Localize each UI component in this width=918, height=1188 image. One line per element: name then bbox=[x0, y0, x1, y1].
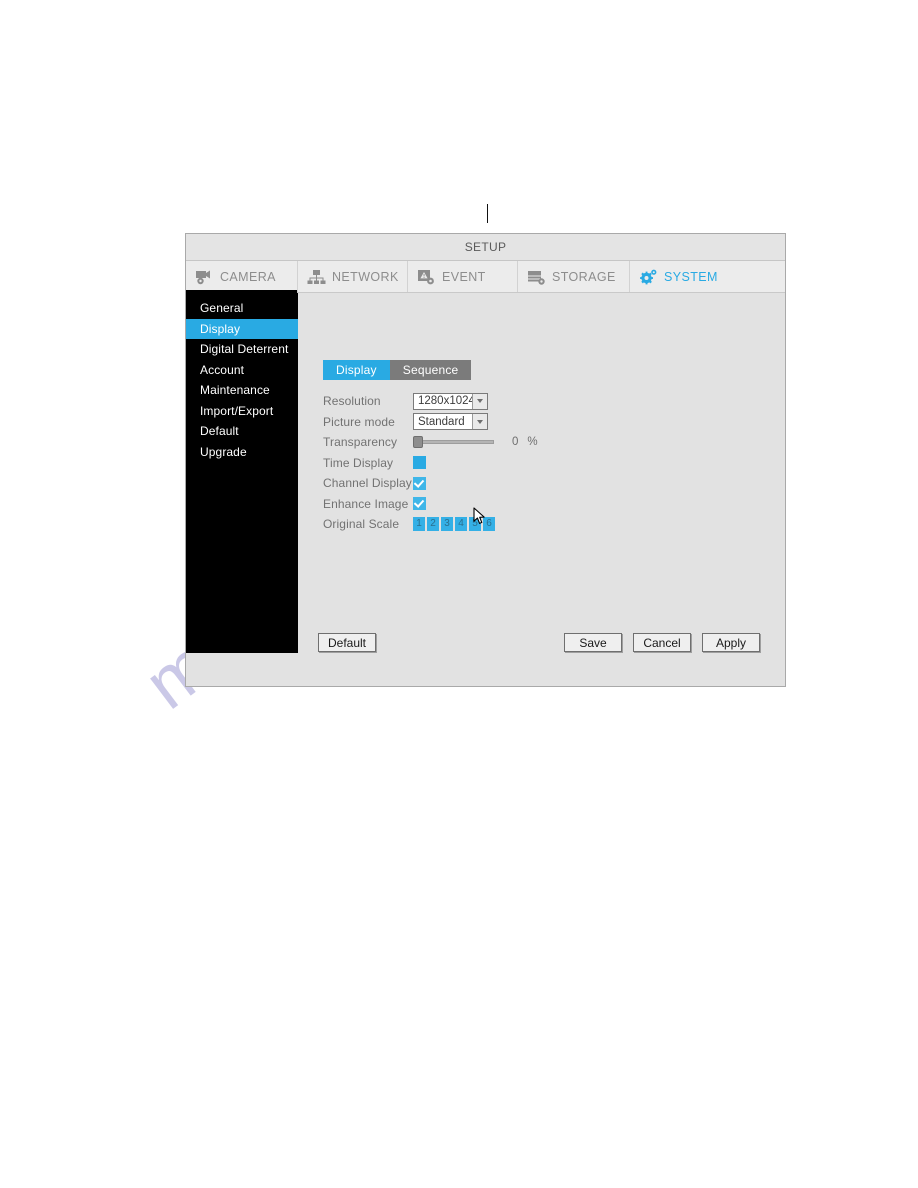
picture-mode-label: Picture mode bbox=[323, 414, 395, 429]
row-channel-display: Channel Display bbox=[323, 473, 623, 494]
row-original-scale: Original Scale 1 2 3 4 5 6 bbox=[323, 514, 623, 535]
transparency-slider-handle[interactable] bbox=[413, 436, 423, 449]
save-button[interactable]: Save bbox=[564, 633, 622, 652]
tab-storage[interactable]: STORAGE bbox=[518, 261, 630, 292]
sub-tab-sequence[interactable]: Sequence bbox=[389, 360, 472, 380]
transparency-slider[interactable] bbox=[413, 436, 494, 449]
resolution-label: Resolution bbox=[323, 394, 381, 409]
tab-storage-label: STORAGE bbox=[552, 269, 616, 284]
sidebar-item-label: Maintenance bbox=[200, 383, 270, 397]
storage-icon bbox=[527, 269, 546, 285]
tab-system-label: SYSTEM bbox=[664, 269, 718, 284]
tab-network-label: NETWORK bbox=[332, 269, 399, 284]
sub-tab-sequence-label: Sequence bbox=[402, 363, 459, 377]
chevron-down-icon[interactable] bbox=[472, 393, 487, 409]
main-tab-strip: CAMERA NETWORK EVENT STORAGE SYSTEM bbox=[186, 261, 785, 293]
apply-button[interactable]: Apply bbox=[702, 633, 760, 652]
enhance-image-label: Enhance Image bbox=[323, 496, 409, 511]
channel-button-1[interactable]: 1 bbox=[413, 517, 425, 532]
enhance-image-checkbox[interactable] bbox=[413, 497, 426, 511]
sidebar-item-label: General bbox=[200, 301, 244, 315]
time-display-checkbox[interactable] bbox=[413, 456, 426, 470]
row-resolution: Resolution 1280x1024 bbox=[323, 391, 623, 412]
time-display-label: Time Display bbox=[323, 455, 394, 470]
original-scale-label: Original Scale bbox=[323, 517, 400, 532]
transparency-unit: % bbox=[527, 436, 538, 449]
transparency-label: Transparency bbox=[323, 435, 398, 450]
picture-mode-select[interactable]: Standard bbox=[413, 413, 488, 431]
channel-display-checkbox[interactable] bbox=[413, 476, 426, 490]
tab-system[interactable]: SYSTEM bbox=[630, 261, 742, 292]
sidebar-item-label: Upgrade bbox=[200, 444, 247, 459]
tab-event[interactable]: EVENT bbox=[408, 261, 518, 292]
gear-icon bbox=[639, 269, 658, 285]
row-time-display: Time Display bbox=[323, 453, 623, 474]
dialog-title-bar: SETUP bbox=[186, 234, 785, 261]
sub-tab-strip: Display Sequence bbox=[323, 360, 472, 380]
default-button[interactable]: Default bbox=[318, 633, 376, 652]
row-picture-mode: Picture mode Standard bbox=[323, 412, 623, 433]
sidebar-item-label: Digital Deterrent bbox=[200, 342, 289, 356]
tab-network[interactable]: NETWORK bbox=[298, 261, 408, 292]
picture-mode-value: Standard bbox=[418, 415, 465, 428]
sidebar-item-label: Account bbox=[200, 362, 245, 377]
page-title: SETUP bbox=[464, 240, 507, 254]
sidebar-item-default[interactable]: Default bbox=[186, 421, 298, 442]
cancel-button[interactable]: Cancel bbox=[633, 633, 691, 652]
sub-tab-display[interactable]: Display bbox=[323, 360, 390, 380]
sidebar-menu: General Display Digital Deterrent Accoun… bbox=[186, 293, 298, 653]
channel-button-3[interactable]: 3 bbox=[441, 517, 453, 532]
channel-button-2[interactable]: 2 bbox=[427, 517, 439, 532]
network-icon bbox=[307, 269, 326, 285]
tab-event-label: EVENT bbox=[442, 269, 486, 284]
transparency-value: 0 bbox=[512, 436, 519, 449]
display-settings-form: Resolution 1280x1024 Picture mode Standa… bbox=[323, 391, 623, 535]
dialog-body: General Display Digital Deterrent Accoun… bbox=[186, 293, 785, 686]
setup-dialog: SETUP CAMERA NETWORK EVENT STORAGE SYSTE… bbox=[185, 233, 786, 687]
sub-tab-display-label: Display bbox=[336, 363, 377, 377]
sidebar-item-maintenance[interactable]: Maintenance bbox=[186, 380, 298, 401]
channel-display-label: Channel Display bbox=[323, 476, 412, 491]
sidebar-item-import-export[interactable]: Import/Export bbox=[186, 401, 298, 422]
sidebar-item-digital-deterrent[interactable]: Digital Deterrent bbox=[186, 339, 298, 360]
row-transparency: Transparency 0 % bbox=[323, 432, 623, 453]
resolution-value: 1280x1024 bbox=[418, 395, 472, 408]
chevron-down-icon[interactable] bbox=[472, 414, 487, 430]
channel-button-6[interactable]: 6 bbox=[483, 517, 495, 532]
text-caret-mark bbox=[487, 204, 488, 223]
sidebar-item-general[interactable]: General bbox=[186, 298, 298, 319]
dialog-action-buttons: Save Cancel Apply bbox=[564, 633, 760, 652]
tab-camera[interactable]: CAMERA bbox=[186, 261, 298, 293]
original-scale-channels: 1 2 3 4 5 6 bbox=[413, 517, 495, 532]
row-enhance-image: Enhance Image bbox=[323, 494, 623, 515]
event-icon bbox=[417, 269, 436, 285]
resolution-select[interactable]: 1280x1024 bbox=[413, 392, 488, 410]
channel-button-4[interactable]: 4 bbox=[455, 517, 467, 532]
content-pane: Display Sequence Resolution 1280x1024 Pi… bbox=[298, 293, 785, 686]
sidebar-item-account[interactable]: Account bbox=[186, 360, 298, 381]
sidebar-item-label: Default bbox=[200, 424, 239, 438]
camera-icon bbox=[195, 269, 214, 285]
sidebar-item-upgrade[interactable]: Upgrade bbox=[186, 442, 298, 463]
sidebar-item-label: Display bbox=[200, 321, 241, 336]
tab-camera-label: CAMERA bbox=[220, 269, 276, 284]
channel-button-5[interactable]: 5 bbox=[469, 517, 481, 532]
sidebar-item-display[interactable]: Display bbox=[186, 318, 298, 339]
sidebar-item-label: Import/Export bbox=[200, 403, 274, 418]
